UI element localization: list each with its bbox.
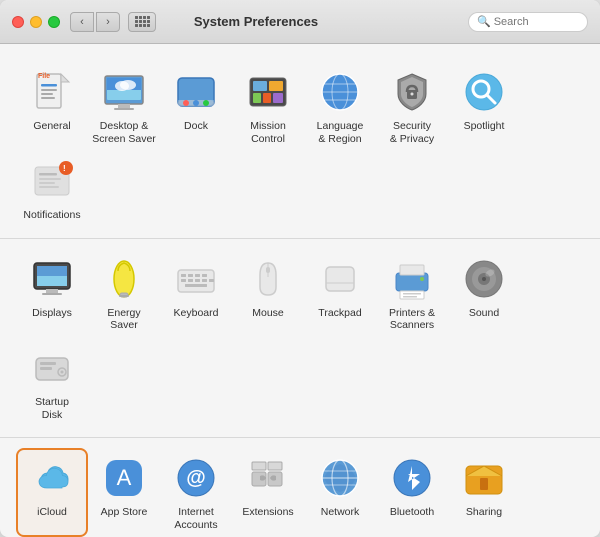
pref-bluetooth[interactable]: Bluetooth xyxy=(376,448,448,537)
pref-displays[interactable]: Displays xyxy=(16,249,88,338)
pref-app-store[interactable]: A App Store xyxy=(88,448,160,537)
section3-grid: iCloud A App Store xyxy=(16,448,584,537)
printers-scanners-icon xyxy=(388,255,436,303)
internet-accounts-icon: @ xyxy=(172,454,220,502)
pref-language-region[interactable]: Language& Region xyxy=(304,62,376,151)
sound-icon xyxy=(460,255,508,303)
search-input[interactable] xyxy=(494,16,584,28)
internet-accounts-label: InternetAccounts xyxy=(174,506,217,531)
general-icon: File xyxy=(28,68,76,116)
pref-sound[interactable]: Sound xyxy=(448,249,520,338)
notifications-icon: ! xyxy=(28,157,76,205)
printers-scanners-label: Printers &Scanners xyxy=(389,307,435,332)
pref-spotlight[interactable]: Spotlight xyxy=(448,62,520,151)
general-label: General xyxy=(33,120,70,133)
pref-startup-disk[interactable]: StartupDisk xyxy=(16,338,88,427)
security-privacy-icon xyxy=(388,68,436,116)
search-bar[interactable]: 🔍 xyxy=(468,12,588,32)
dock-icon xyxy=(172,68,220,116)
startup-disk-icon xyxy=(28,344,76,392)
bluetooth-label: Bluetooth xyxy=(390,506,434,519)
desktop-label: Desktop &Screen Saver xyxy=(92,120,156,145)
displays-label: Displays xyxy=(32,307,72,320)
pref-printers-scanners[interactable]: Printers &Scanners xyxy=(376,249,448,338)
pref-network[interactable]: Network xyxy=(304,448,376,537)
network-label: Network xyxy=(321,506,360,519)
keyboard-label: Keyboard xyxy=(174,307,219,320)
svg-text:File: File xyxy=(38,73,50,80)
pref-icloud[interactable]: iCloud xyxy=(16,448,88,537)
pref-security-privacy[interactable]: Security& Privacy xyxy=(376,62,448,151)
energy-saver-icon xyxy=(100,255,148,303)
startup-disk-label: StartupDisk xyxy=(35,396,69,421)
sharing-icon xyxy=(460,454,508,502)
notifications-label: Notifications xyxy=(23,209,80,222)
trackpad-icon xyxy=(316,255,364,303)
pref-internet-accounts[interactable]: @ InternetAccounts xyxy=(160,448,232,537)
language-region-label: Language& Region xyxy=(317,120,364,145)
extensions-label: Extensions xyxy=(242,506,293,519)
network-icon xyxy=(316,454,364,502)
app-store-label: App Store xyxy=(101,506,148,519)
displays-icon xyxy=(28,255,76,303)
pref-sharing[interactable]: Sharing xyxy=(448,448,520,537)
pref-keyboard[interactable]: Keyboard xyxy=(160,249,232,338)
preferences-content: File General xyxy=(0,44,600,537)
keyboard-icon xyxy=(172,255,220,303)
dock-label: Dock xyxy=(184,120,208,133)
desktop-icon xyxy=(100,68,148,116)
section-personal: File General xyxy=(0,52,600,239)
svg-text:!: ! xyxy=(63,164,66,173)
pref-mouse[interactable]: Mouse xyxy=(232,249,304,338)
minimize-button[interactable] xyxy=(30,16,42,28)
section2-grid: Displays EnergySaver xyxy=(16,249,584,427)
mission-control-label: MissionControl xyxy=(250,120,286,145)
titlebar: ‹ › System Preferences 🔍 xyxy=(0,0,600,44)
bluetooth-icon xyxy=(388,454,436,502)
pref-mission-control[interactable]: MissionControl xyxy=(232,62,304,151)
svg-text:@: @ xyxy=(186,467,206,489)
trackpad-label: Trackpad xyxy=(318,307,361,320)
sound-label: Sound xyxy=(469,307,499,320)
mission-control-icon xyxy=(244,68,292,116)
icloud-label: iCloud xyxy=(37,506,67,519)
close-button[interactable] xyxy=(12,16,24,28)
pref-notifications[interactable]: ! Notifications xyxy=(16,151,88,228)
app-store-icon: A xyxy=(100,454,148,502)
pref-general[interactable]: File General xyxy=(16,62,88,151)
window-title: System Preferences xyxy=(44,14,468,29)
icloud-icon xyxy=(28,454,76,502)
energy-saver-label: EnergySaver xyxy=(107,307,140,332)
section-hardware: Displays EnergySaver xyxy=(0,239,600,438)
extensions-icon xyxy=(244,454,292,502)
pref-extensions[interactable]: Extensions xyxy=(232,448,304,537)
search-icon: 🔍 xyxy=(477,15,491,28)
mouse-label: Mouse xyxy=(252,307,284,320)
system-preferences-window: ‹ › System Preferences 🔍 xyxy=(0,0,600,537)
spotlight-icon xyxy=(460,68,508,116)
pref-trackpad[interactable]: Trackpad xyxy=(304,249,376,338)
sharing-label: Sharing xyxy=(466,506,502,519)
pref-dock[interactable]: Dock xyxy=(160,62,232,151)
section1-grid: File General xyxy=(16,62,584,228)
pref-desktop[interactable]: Desktop &Screen Saver xyxy=(88,62,160,151)
pref-energy-saver[interactable]: EnergySaver xyxy=(88,249,160,338)
security-privacy-label: Security& Privacy xyxy=(390,120,434,145)
mouse-icon xyxy=(244,255,292,303)
svg-text:A: A xyxy=(117,465,132,490)
section-internet: iCloud A App Store xyxy=(0,438,600,537)
spotlight-label: Spotlight xyxy=(464,120,505,133)
language-region-icon xyxy=(316,68,364,116)
